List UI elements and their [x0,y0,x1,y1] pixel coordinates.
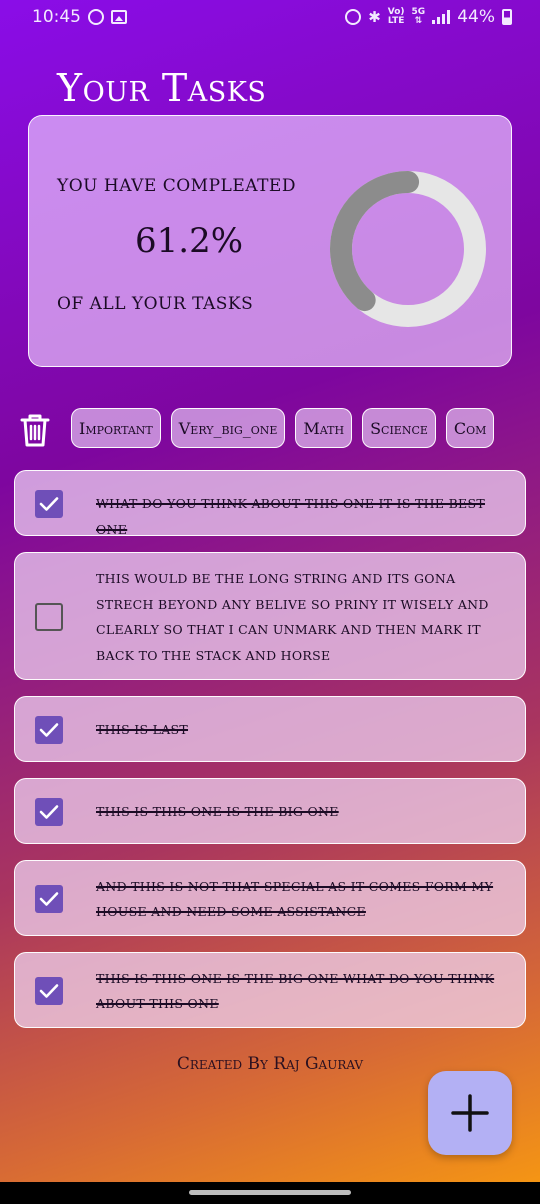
task-text: this is last [96,722,189,738]
donut-fill [330,171,486,327]
task-text: what do you think about this one it is t… [96,496,485,537]
task-text: this is this one is the big one what do … [96,970,495,1012]
task-text: this would be the long string and its go… [96,571,489,663]
check-icon [39,497,59,511]
filter-chip-math[interactable]: Math [295,408,353,448]
task-checkbox-checked[interactable] [35,716,63,744]
task-item[interactable]: this would be the long string and its go… [14,552,526,680]
completion-percent: 61.2% [135,221,244,261]
summary-label-top: YOU HAVE COMPLEATED [57,176,296,196]
filter-chip-com[interactable]: Com [445,408,495,448]
bluetooth-icon: ✱ [368,8,381,26]
task-item[interactable]: this is this one is the big one [14,778,526,844]
plus-icon [451,1094,489,1132]
task-checkbox-checked[interactable] [35,798,63,826]
battery-percent: 44% [457,7,495,27]
progress-summary-card: YOU HAVE COMPLEATED 61.2% OF ALL YOUR TA… [28,115,512,367]
check-icon [39,723,59,737]
add-task-button[interactable] [428,1071,512,1155]
alarm-icon [88,9,104,25]
page-title: Your Tasks [57,66,267,110]
status-bar: 10:45 ✱ Vo) LTE 5G ⇅ 44% [0,0,540,34]
status-time: 10:45 [32,7,81,27]
check-icon [39,805,59,819]
task-checkbox-checked[interactable] [35,977,63,1005]
navigation-bar [0,1182,540,1204]
filter-chip-important[interactable]: Important [71,408,161,448]
check-icon [39,984,59,998]
task-item[interactable]: what do you think about this one it is t… [14,470,526,537]
signal-icon [432,10,451,24]
task-text: this is this one is the big one [96,804,339,820]
filter-chip-science[interactable]: Science [362,408,436,448]
volte-indicator: Vo) LTE [387,7,405,26]
task-checkbox-checked[interactable] [35,490,63,518]
summary-label-bottom: OF ALL YOUR TASKS [57,294,254,314]
check-icon [39,892,59,906]
battery-icon [502,9,512,25]
alarm-clock-icon [345,9,362,25]
task-text: and this is not that special as it comes… [96,878,494,920]
task-item[interactable]: this is last [14,696,526,762]
filter-row: Important Very_big_one Math Science Com [0,408,540,452]
filter-chip-very-big-one[interactable]: Very_big_one [170,408,286,448]
image-icon [111,10,127,24]
home-gesture-handle[interactable] [189,1190,351,1195]
task-item[interactable]: this is this one is the big one what do … [14,952,526,1028]
filter-chips: Important Very_big_one Math Science Com [71,408,495,448]
trash-icon[interactable] [18,412,52,448]
task-item[interactable]: and this is not that special as it comes… [14,860,526,936]
5g-indicator: 5G ⇅ [411,7,426,26]
progress-donut-chart [330,171,486,327]
task-checkbox-checked[interactable] [35,885,63,913]
task-checkbox-unchecked[interactable] [35,603,63,631]
